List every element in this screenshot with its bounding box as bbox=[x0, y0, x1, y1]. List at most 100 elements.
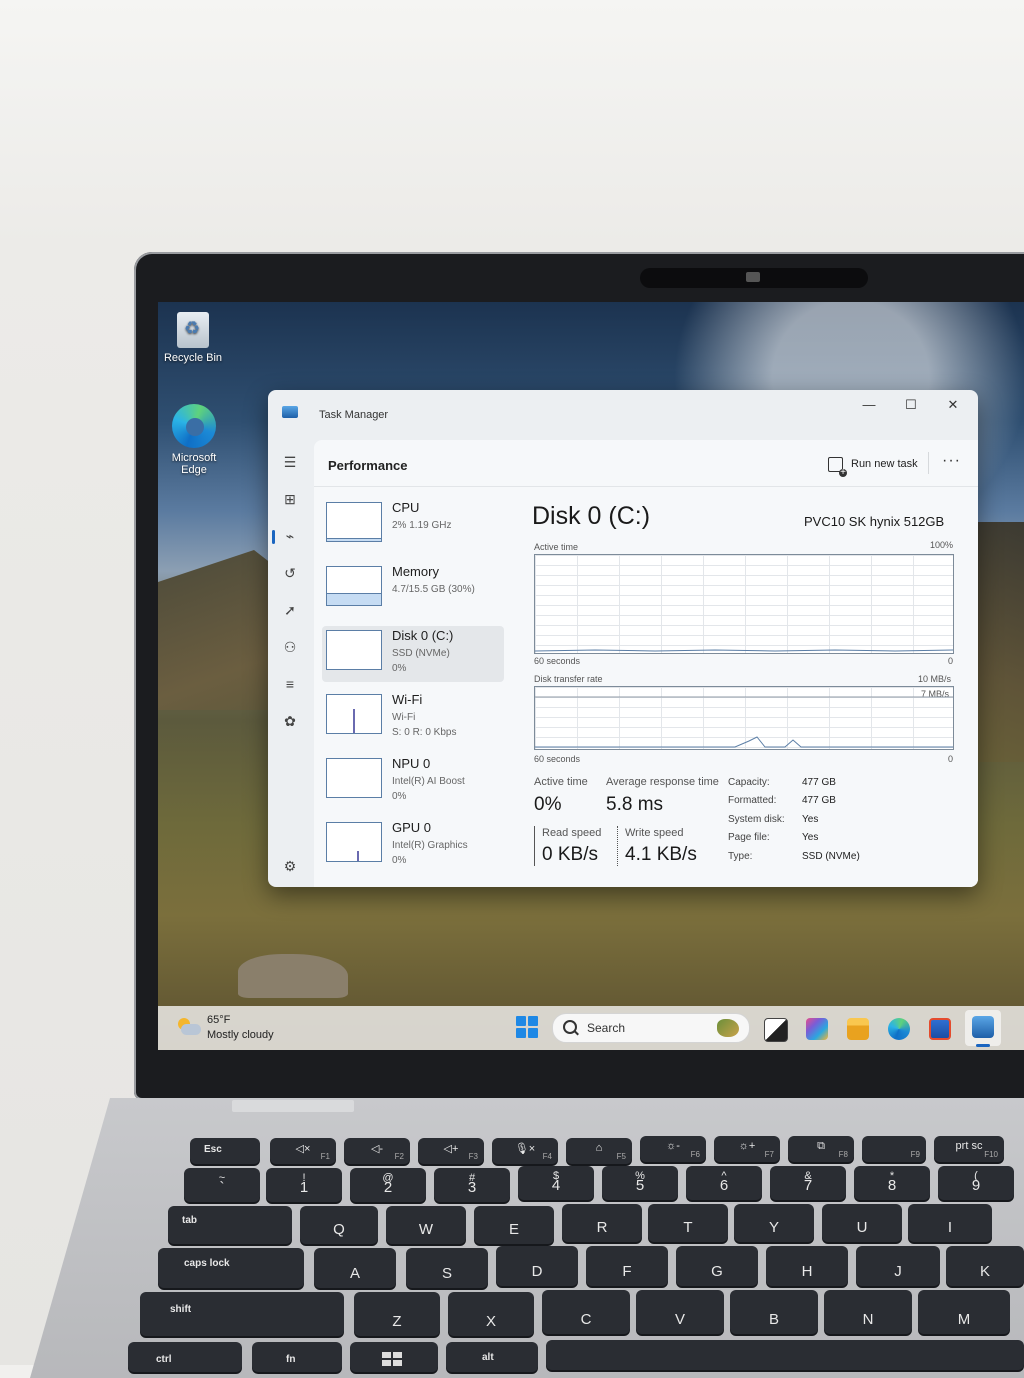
copilot-icon[interactable] bbox=[806, 1018, 828, 1040]
settings-gear-icon[interactable]: ⚙ bbox=[280, 856, 300, 876]
key-fn: fn bbox=[252, 1342, 342, 1372]
task-view-icon[interactable] bbox=[764, 1018, 788, 1042]
graph-label: Disk transfer rate bbox=[534, 674, 603, 684]
key-k: K bbox=[946, 1246, 1024, 1286]
prop-key: Type: bbox=[728, 851, 753, 862]
transfer-rate-line bbox=[535, 696, 953, 748]
weather-icon[interactable] bbox=[176, 1018, 201, 1036]
key-h: H bbox=[766, 1246, 848, 1286]
key-m: M bbox=[918, 1290, 1010, 1334]
perf-item-detail: Intel(R) Graphics 0% bbox=[392, 838, 468, 868]
perf-item-detail-line: Wi-Fi bbox=[392, 712, 416, 723]
desktop-screen: Recycle Bin Microsoft Edge Task Manager … bbox=[158, 302, 1024, 1050]
key-windows bbox=[350, 1342, 438, 1372]
key-a: A bbox=[314, 1248, 396, 1288]
desktop-icon-recycle-bin[interactable]: Recycle Bin bbox=[158, 312, 228, 364]
run-new-task-label: Run new task bbox=[851, 458, 918, 470]
write-speed-value: 4.1 KB/s bbox=[625, 844, 697, 865]
task-manager-taskbar-icon bbox=[972, 1016, 994, 1038]
graph-label: Active time bbox=[534, 542, 579, 552]
edge-taskbar-icon[interactable] bbox=[888, 1018, 910, 1040]
perf-item-name: GPU 0 bbox=[392, 820, 432, 835]
more-options-button[interactable]: ··· bbox=[942, 452, 961, 470]
avg-response-value: 5.8 ms bbox=[606, 794, 664, 815]
perf-item-name: Memory bbox=[392, 564, 439, 579]
active-time-line bbox=[535, 649, 953, 652]
perf-item-memory[interactable]: Memory 4.7/15.5 GB (30%) bbox=[322, 562, 504, 618]
maximize-button[interactable]: ☐ bbox=[894, 394, 928, 416]
key-space bbox=[546, 1340, 1024, 1370]
key-f: F bbox=[586, 1246, 668, 1286]
key-y: Y bbox=[734, 1204, 814, 1242]
weather-condition[interactable]: Mostly cloudy bbox=[207, 1029, 274, 1041]
read-speed-value: 0 KB/s bbox=[542, 844, 598, 865]
graph-min-label: 0 bbox=[948, 754, 954, 764]
key-f3: ◁+ F3 bbox=[418, 1138, 484, 1164]
title-bar[interactable]: Task Manager — ☐ ✕ bbox=[268, 390, 978, 438]
perf-item-detail: 4.7/15.5 GB (30%) bbox=[392, 584, 475, 595]
start-button[interactable] bbox=[516, 1016, 538, 1038]
taskbar: 65°F Mostly cloudy Search bbox=[158, 1006, 1024, 1050]
file-explorer-icon[interactable] bbox=[847, 1018, 869, 1040]
close-button[interactable]: ✕ bbox=[936, 394, 970, 416]
key-backtick: ~ ` bbox=[184, 1168, 260, 1202]
key-z: Z bbox=[354, 1292, 440, 1336]
performance-pane: Performance Run new task ··· CPU 2% 1.19… bbox=[314, 440, 978, 887]
taskbar-search-box[interactable]: Search bbox=[552, 1013, 750, 1043]
key-8: * 8 bbox=[854, 1166, 930, 1200]
key-shift: shift bbox=[140, 1292, 344, 1336]
task-manager-app-icon bbox=[282, 406, 298, 418]
desktop-icon-edge[interactable]: Microsoft Edge bbox=[159, 404, 229, 476]
startup-apps-icon[interactable]: ➚ bbox=[280, 600, 300, 620]
key-f2: ◁- F2 bbox=[344, 1138, 410, 1164]
hinge-vent bbox=[232, 1100, 354, 1112]
key-g: G bbox=[676, 1246, 758, 1286]
key-3: #3 bbox=[434, 1168, 510, 1202]
perf-item-detail: Intel(R) AI Boost 0% bbox=[392, 774, 465, 804]
perf-item-wifi[interactable]: Wi-Fi Wi-Fi S: 0 R: 0 Kbps bbox=[322, 690, 504, 746]
desktop-icon-label: Microsoft bbox=[171, 452, 217, 464]
perf-item-name: Wi-Fi bbox=[392, 692, 423, 707]
users-icon[interactable]: ⚇ bbox=[280, 637, 300, 657]
prop-key: Formatted: bbox=[728, 795, 777, 806]
processes-icon[interactable]: ⊞ bbox=[280, 489, 300, 509]
run-new-task-button[interactable]: Run new task bbox=[824, 454, 922, 477]
weather-temperature[interactable]: 65°F bbox=[207, 1014, 230, 1026]
taskbar-active-indicator bbox=[976, 1044, 990, 1047]
details-icon[interactable]: ≡ bbox=[280, 674, 300, 694]
task-manager-window: Task Manager — ☐ ✕ ☰ ⊞ ⌁ ↺ ➚ ⚇ ≡ ✿ ⚙ Per… bbox=[268, 390, 978, 887]
page-header: Performance Run new task ··· bbox=[314, 440, 978, 487]
app-history-icon[interactable]: ↺ bbox=[280, 563, 300, 583]
active-time-value: 0% bbox=[534, 794, 562, 815]
disk-heading: Disk 0 (C:) bbox=[532, 502, 651, 530]
key-ctrl: ctrl bbox=[128, 1342, 242, 1372]
hamburger-menu-icon[interactable]: ☰ bbox=[280, 452, 300, 472]
memory-mini-graph bbox=[326, 566, 382, 606]
performance-icon[interactable]: ⌁ bbox=[280, 526, 300, 546]
key-esc: Esc bbox=[190, 1138, 260, 1164]
perf-item-disk[interactable]: Disk 0 (C:) SSD (NVMe) 0% bbox=[322, 626, 504, 682]
page-title: Performance bbox=[328, 458, 408, 473]
perf-item-name: NPU 0 bbox=[392, 756, 431, 771]
search-placeholder: Search bbox=[587, 1021, 626, 1035]
key-q: Q bbox=[300, 1206, 378, 1244]
key-6: ^ 6 bbox=[686, 1166, 762, 1200]
wifi-mini-graph bbox=[326, 694, 382, 734]
key-c: C bbox=[542, 1290, 630, 1334]
npu-mini-graph bbox=[326, 758, 382, 798]
perf-item-gpu[interactable]: GPU 0 Intel(R) Graphics 0% bbox=[322, 818, 504, 874]
key-f7: ☼+ F7 bbox=[714, 1136, 780, 1162]
search-icon bbox=[563, 1020, 577, 1034]
minimize-button[interactable]: — bbox=[852, 394, 886, 416]
key-v: V bbox=[636, 1290, 724, 1334]
active-time-graph bbox=[534, 554, 954, 654]
perf-item-cpu[interactable]: CPU 2% 1.19 GHz bbox=[322, 498, 504, 554]
graph-max-label: 100% bbox=[930, 540, 954, 550]
perf-item-detail: Wi-Fi S: 0 R: 0 Kbps bbox=[392, 710, 456, 740]
microsoft-store-icon[interactable] bbox=[929, 1018, 951, 1040]
services-icon[interactable]: ✿ bbox=[280, 711, 300, 731]
perf-item-npu[interactable]: NPU 0 Intel(R) AI Boost 0% bbox=[322, 754, 504, 810]
active-time-label: Active time bbox=[534, 776, 588, 788]
prop-key: System disk: bbox=[728, 814, 785, 825]
perf-item-detail: 2% 1.19 GHz bbox=[392, 520, 452, 531]
